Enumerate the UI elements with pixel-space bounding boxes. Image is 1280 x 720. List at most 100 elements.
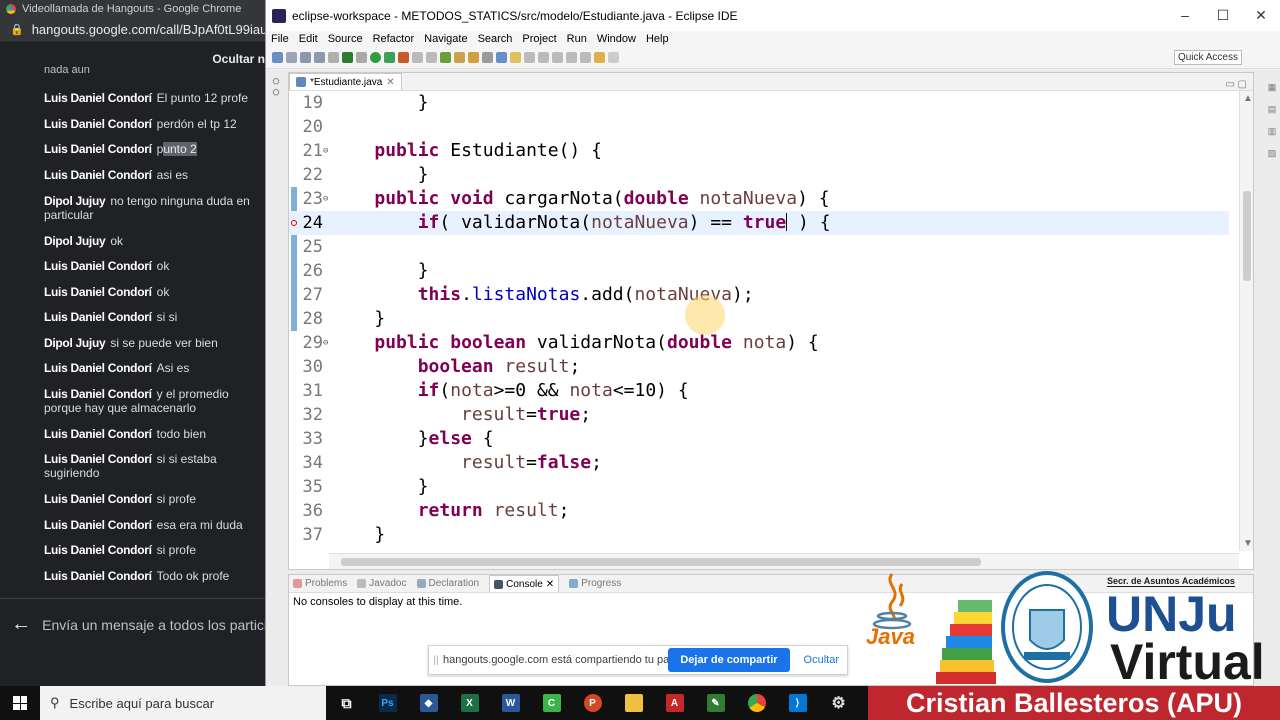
settings-icon[interactable]: ⚙ bbox=[818, 686, 859, 720]
minimize-icon[interactable]: – bbox=[1166, 7, 1204, 24]
next-annotation-icon[interactable] bbox=[580, 52, 591, 63]
close-tab-icon[interactable]: ✕ bbox=[386, 77, 394, 88]
chat-partial-message: nada aun bbox=[44, 64, 90, 76]
tool-icon[interactable] bbox=[552, 52, 563, 63]
scroll-down-icon[interactable]: ▼ bbox=[1243, 538, 1253, 549]
menu-file[interactable]: File bbox=[271, 33, 289, 45]
tool-icon[interactable] bbox=[412, 52, 423, 63]
taskbar-search[interactable]: ⚲ Escribe aquí para buscar bbox=[40, 686, 326, 720]
stop-sharing-button[interactable]: Dejar de compartir bbox=[668, 648, 790, 672]
powerpoint-icon[interactable]: P bbox=[572, 686, 613, 720]
excel-icon[interactable]: X bbox=[449, 686, 490, 720]
photoshop-icon[interactable]: Ps bbox=[367, 686, 408, 720]
close-tab-icon[interactable]: ✕ bbox=[546, 579, 554, 590]
maximize-icon[interactable]: ☐ bbox=[1204, 7, 1242, 24]
code-text: } bbox=[417, 260, 429, 281]
editor-minmax-icon[interactable]: ▭ ▢ bbox=[1225, 79, 1253, 90]
fold-icon[interactable]: ⊖ bbox=[323, 187, 331, 211]
scrollbar-thumb[interactable] bbox=[341, 558, 981, 566]
tool-icon[interactable] bbox=[356, 52, 367, 63]
start-button[interactable] bbox=[0, 686, 40, 720]
search-icon[interactable] bbox=[482, 52, 493, 63]
fold-icon[interactable]: ⊖ bbox=[323, 331, 331, 355]
menu-refactor[interactable]: Refactor bbox=[373, 33, 415, 45]
tool-icon[interactable] bbox=[426, 52, 437, 63]
menu-run[interactable]: Run bbox=[567, 33, 587, 45]
tool-icon[interactable] bbox=[566, 52, 577, 63]
tab-javadoc[interactable]: Javadoc bbox=[357, 578, 407, 589]
save-icon[interactable] bbox=[300, 52, 311, 63]
chat-author: Luis Daniel Condorí bbox=[44, 91, 152, 105]
left-trim-icons[interactable]: ⛭ ⛭ bbox=[268, 76, 284, 98]
tool-icon[interactable] bbox=[524, 52, 535, 63]
drag-handle-icon[interactable]: || bbox=[429, 655, 443, 666]
app-blue-icon[interactable]: ◆ bbox=[408, 686, 449, 720]
package-icon[interactable] bbox=[454, 52, 465, 63]
menu-project[interactable]: Project bbox=[522, 33, 556, 45]
chat-text: Asi es bbox=[156, 361, 190, 375]
javadoc-icon bbox=[357, 579, 367, 588]
tab-console[interactable]: Console ✕ bbox=[489, 575, 560, 592]
menu-navigate[interactable]: Navigate bbox=[424, 33, 467, 45]
chat-author: Luis Daniel Condorí bbox=[44, 452, 152, 466]
code-field: listaNotas bbox=[471, 284, 581, 305]
address-bar[interactable]: 🔒 hangouts.google.com/call/BJpAf0tL99iau… bbox=[0, 18, 265, 42]
scrollbar-thumb[interactable] bbox=[1243, 191, 1251, 281]
menu-source[interactable]: Source bbox=[328, 33, 363, 45]
scroll-up-icon[interactable]: ▲ bbox=[1243, 93, 1253, 104]
coverage-icon[interactable] bbox=[384, 52, 395, 63]
vertical-scrollbar[interactable]: ▲ ▼ bbox=[1239, 91, 1253, 551]
app-green-icon[interactable]: ✎ bbox=[695, 686, 736, 720]
print-icon[interactable] bbox=[328, 52, 339, 63]
task-view-icon[interactable]: ⧉ bbox=[326, 686, 367, 720]
line-number: 20 bbox=[302, 117, 323, 137]
run-icon[interactable] bbox=[370, 52, 381, 63]
code-line: 34 result=false; bbox=[289, 451, 1229, 475]
back-arrow-icon[interactable]: ← bbox=[0, 613, 42, 636]
folder-icon[interactable] bbox=[468, 52, 479, 63]
code-editor[interactable]: 19 } 20 21⊖ public Estudiante() { 22 } 2… bbox=[289, 91, 1229, 551]
quick-access-input[interactable]: Quick Access bbox=[1173, 50, 1242, 65]
tab-progress[interactable]: Progress bbox=[569, 578, 621, 589]
chrome-icon[interactable] bbox=[736, 686, 777, 720]
code-keyword: this bbox=[417, 284, 462, 305]
highlight-icon[interactable] bbox=[510, 52, 521, 63]
code-text: Estudiante() { bbox=[439, 140, 602, 161]
external-tools-icon[interactable] bbox=[398, 52, 409, 63]
hide-chat-button[interactable]: Ocultar n bbox=[212, 52, 265, 66]
horizontal-scrollbar[interactable] bbox=[329, 553, 1239, 569]
menu-edit[interactable]: Edit bbox=[299, 33, 318, 45]
chrome-window-title: Videollamada de Hangouts - Google Chrome bbox=[22, 3, 242, 15]
forward-icon[interactable] bbox=[608, 52, 619, 63]
menu-window[interactable]: Window bbox=[597, 33, 636, 45]
chat-message-input[interactable]: Envía un mensaje a todos los particip bbox=[42, 617, 265, 633]
camtasia-icon[interactable]: C bbox=[531, 686, 572, 720]
tab-estudiante-java[interactable]: *Estudiante.java ✕ bbox=[289, 73, 402, 90]
error-marker-icon[interactable] bbox=[291, 220, 297, 226]
menu-search[interactable]: Search bbox=[478, 33, 513, 45]
close-icon[interactable]: ✕ bbox=[1242, 7, 1280, 24]
vscode-icon[interactable]: ⟩ bbox=[777, 686, 818, 720]
tab-declaration[interactable]: Declaration bbox=[416, 578, 479, 589]
hide-share-bar-button[interactable]: Ocultar bbox=[796, 648, 847, 672]
taskbar-search-placeholder[interactable]: Escribe aquí para buscar bbox=[70, 696, 215, 711]
java-logo-text: Java bbox=[866, 624, 915, 649]
tab-problems[interactable]: Problems bbox=[293, 578, 347, 589]
code-text: } bbox=[374, 308, 386, 329]
right-trim-icons[interactable]: ▦ ▤ ▥ ▧ bbox=[1265, 76, 1279, 164]
back-icon[interactable] bbox=[594, 52, 605, 63]
word-icon[interactable]: W bbox=[490, 686, 531, 720]
file-explorer-icon[interactable] bbox=[613, 686, 654, 720]
tool-icon[interactable] bbox=[538, 52, 549, 63]
new-icon[interactable] bbox=[272, 52, 283, 63]
annotation-icon[interactable] bbox=[496, 52, 507, 63]
debug-icon[interactable] bbox=[342, 52, 353, 63]
menu-help[interactable]: Help bbox=[646, 33, 669, 45]
save-all-icon[interactable] bbox=[314, 52, 325, 63]
code-text: ) == bbox=[688, 212, 743, 233]
new-java-icon[interactable] bbox=[440, 52, 451, 63]
fold-icon[interactable]: ⊖ bbox=[323, 139, 331, 163]
open-icon[interactable] bbox=[286, 52, 297, 63]
acrobat-icon[interactable]: A bbox=[654, 686, 695, 720]
address-bar-url[interactable]: hangouts.google.com/call/BJpAf0tL99iauoP… bbox=[32, 22, 265, 37]
